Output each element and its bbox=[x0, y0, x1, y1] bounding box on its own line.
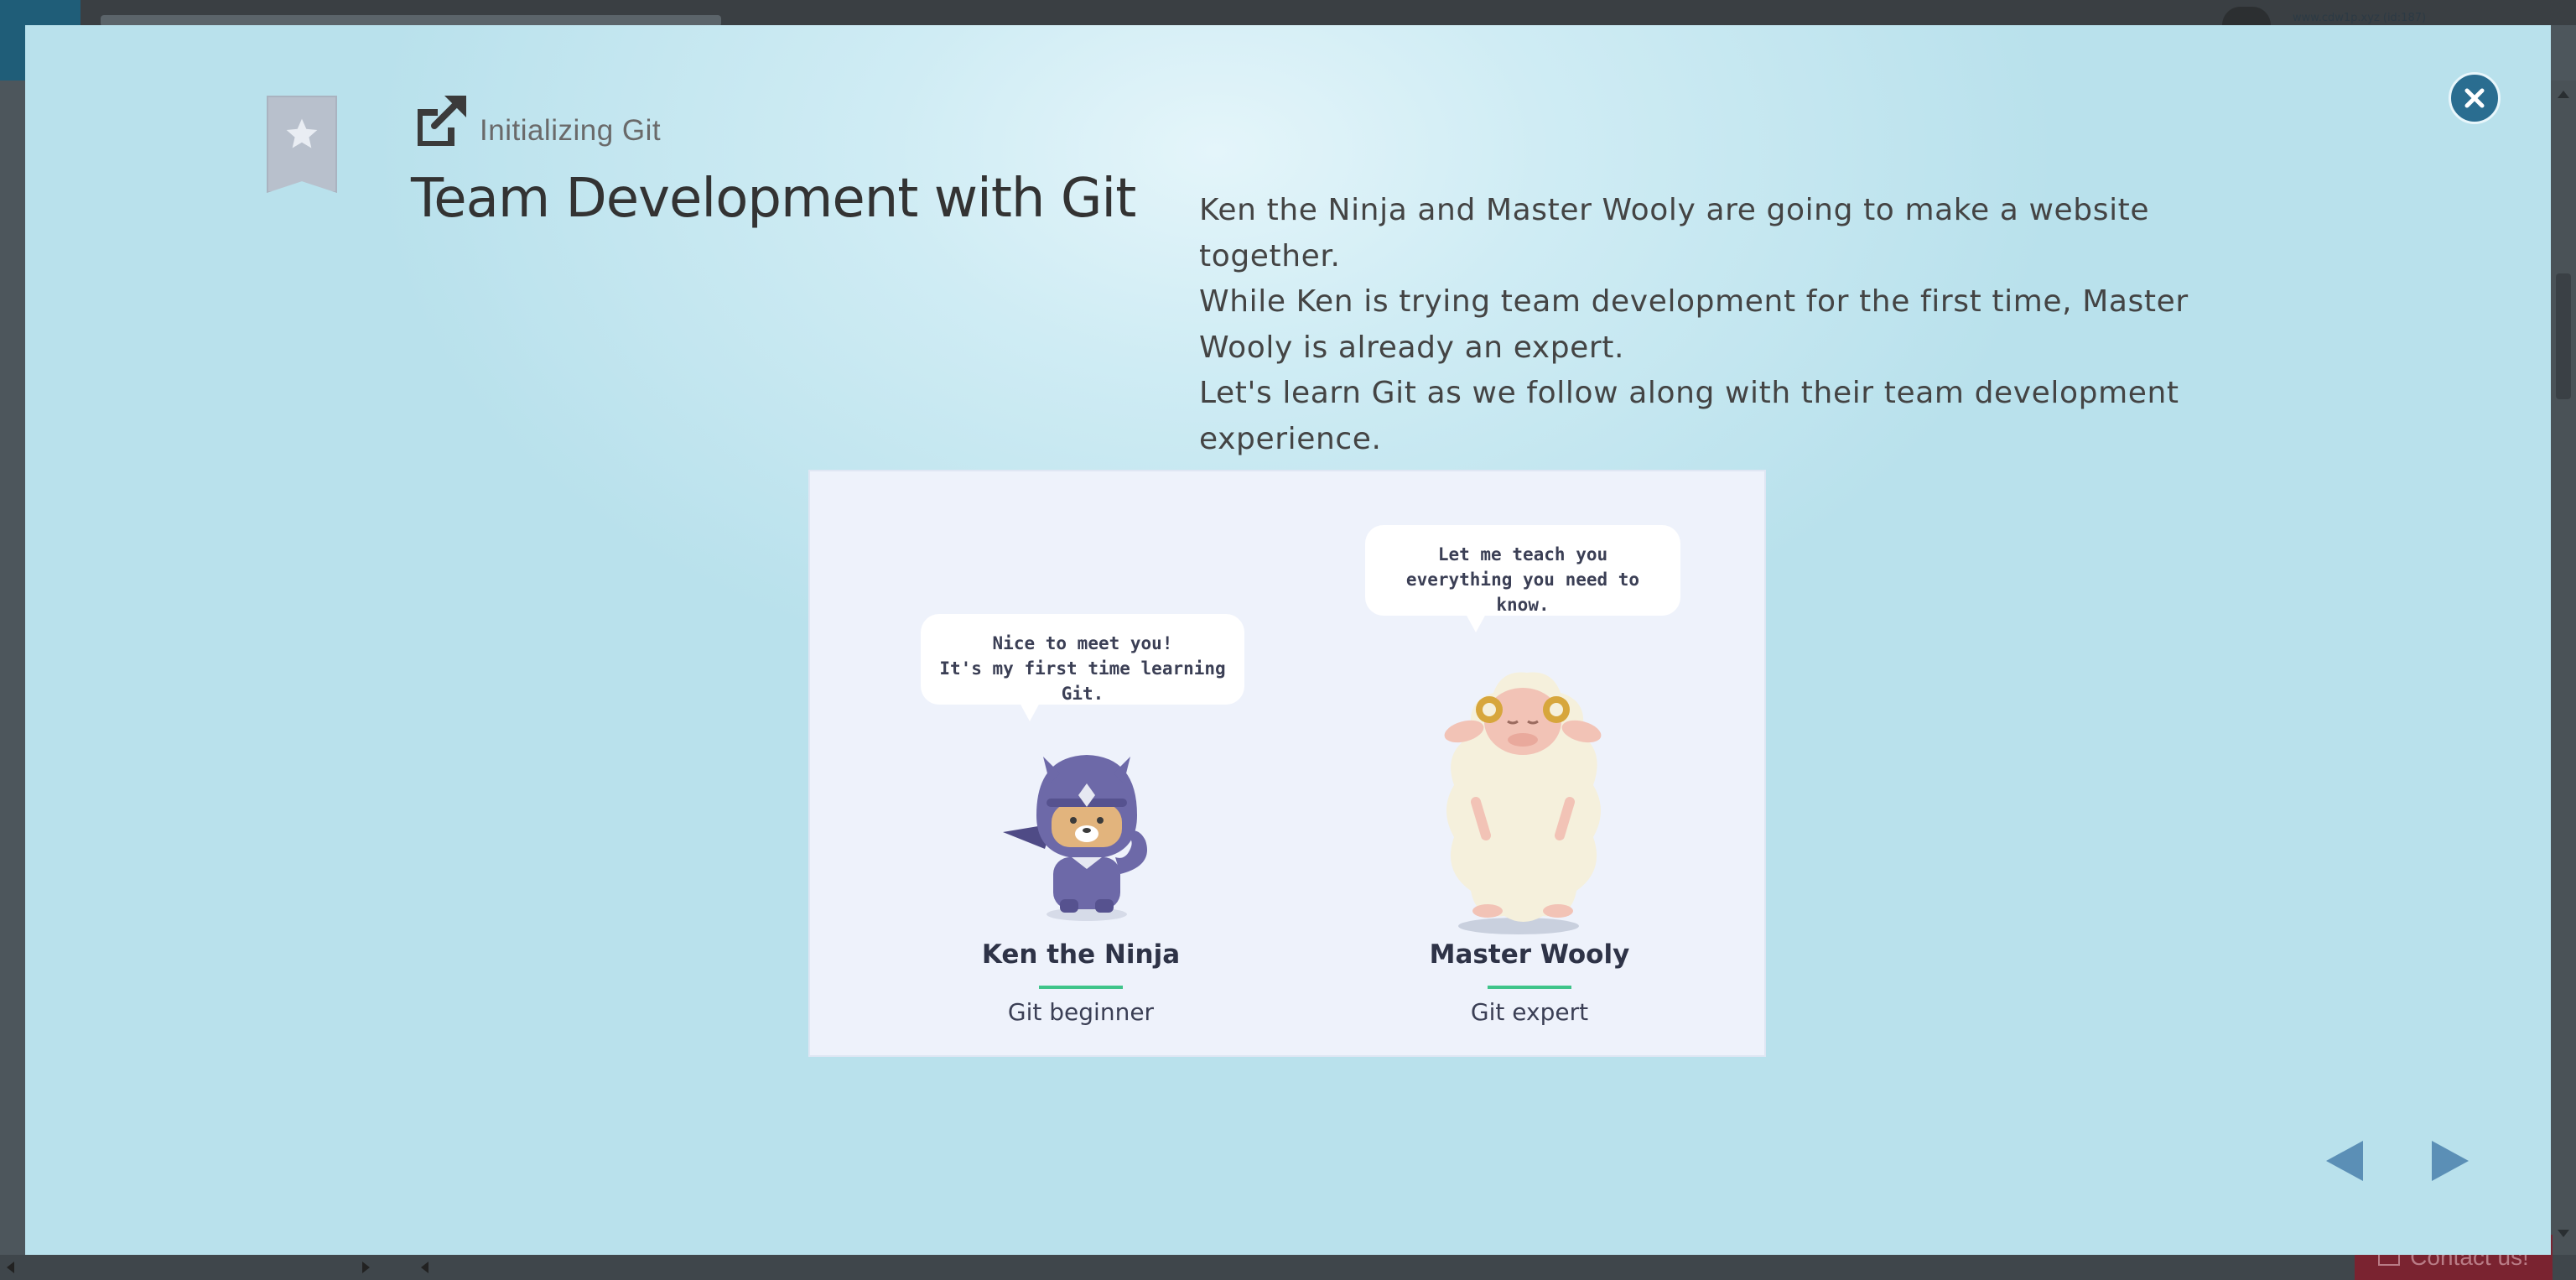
character-name-wooly: Master Wooly bbox=[1429, 939, 1630, 970]
vertical-scrollbar[interactable] bbox=[2551, 81, 2576, 1255]
scroll-left-icon[interactable] bbox=[7, 1262, 14, 1273]
external-link-icon bbox=[418, 96, 466, 146]
divider bbox=[1039, 986, 1123, 989]
bubble-text: Let me teach you bbox=[1437, 544, 1608, 565]
lesson-subtitle: Initializing Git bbox=[480, 114, 662, 147]
prev-arrow-icon[interactable] bbox=[2326, 1141, 2363, 1181]
speech-bubble-ken: Nice to meet you! It's my first time lea… bbox=[921, 614, 1244, 721]
lesson-modal: Initializing Git Team Development with G… bbox=[25, 25, 2551, 1255]
character-role-wooly: Git expert bbox=[1470, 998, 1589, 1026]
speech-bubble-wooly: Let me teach you everything you need to … bbox=[1365, 525, 1680, 632]
bookmark-star-icon bbox=[286, 118, 318, 148]
scroll-left-icon[interactable] bbox=[421, 1262, 428, 1273]
scroll-right-icon[interactable] bbox=[362, 1262, 370, 1273]
lesson-description: Ken the Ninja and Master Wooly are going… bbox=[1199, 188, 2289, 462]
close-button[interactable] bbox=[2449, 72, 2501, 124]
lesson-illustration: Nice to meet you! It's my first time lea… bbox=[808, 470, 1766, 1057]
divider bbox=[1488, 986, 1571, 989]
character-role-ken: Git beginner bbox=[1007, 998, 1155, 1026]
bubble-text: everything you need to know. bbox=[1405, 570, 1640, 615]
scroll-up-icon[interactable] bbox=[2558, 91, 2569, 98]
description-paragraph: While Ken is trying team development for… bbox=[1199, 284, 2189, 365]
background-user-label: www.cdw1p.xyz (id:187) bbox=[2293, 12, 2427, 24]
bubble-text: It's my first time learning Git. bbox=[939, 658, 1226, 704]
ken-ninja-character bbox=[1003, 755, 1147, 921]
bookmark-button[interactable] bbox=[267, 96, 337, 193]
background-footer bbox=[0, 1255, 2576, 1280]
master-wooly-character bbox=[1444, 672, 1602, 934]
scrollbar-thumb[interactable] bbox=[2556, 273, 2571, 399]
page-title: Team Development with Git bbox=[411, 168, 1136, 230]
description-paragraph: Let's learn Git as we follow along with … bbox=[1199, 376, 2179, 456]
character-name-ken: Ken the Ninja bbox=[981, 939, 1181, 970]
next-arrow-icon[interactable] bbox=[2432, 1141, 2469, 1181]
bubble-text: Nice to meet you! bbox=[992, 633, 1173, 653]
description-paragraph: Ken the Ninja and Master Wooly are going… bbox=[1199, 193, 2150, 273]
close-icon bbox=[2464, 88, 2485, 108]
scroll-down-icon[interactable] bbox=[2558, 1230, 2569, 1237]
